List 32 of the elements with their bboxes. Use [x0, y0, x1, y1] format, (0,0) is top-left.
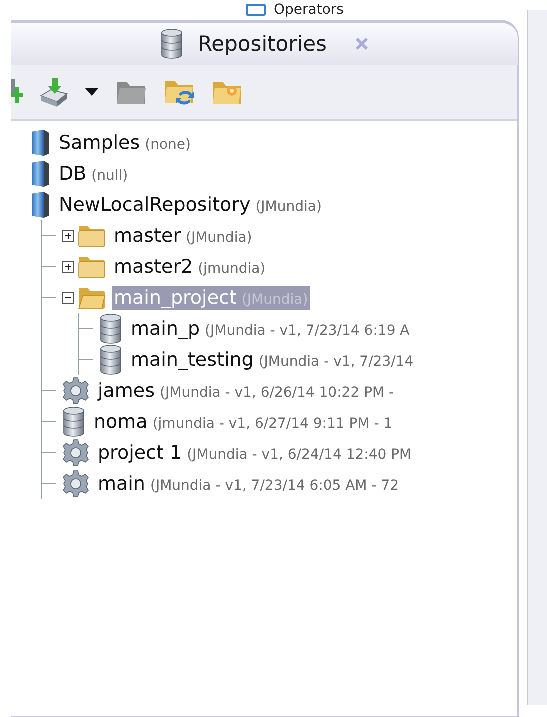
server-icon [29, 190, 51, 218]
database-icon [99, 344, 123, 374]
caret-icon[interactable] [85, 88, 99, 96]
download-icon[interactable] [39, 76, 69, 108]
gear-icon [62, 470, 90, 498]
gear-icon [62, 376, 90, 404]
collapse-toggle[interactable] [62, 292, 74, 304]
tree-item[interactable]: master (JMundia) [112, 224, 254, 248]
tree-item[interactable]: james (JMundia - v1, 6/26/14 10:22 PM - [96, 378, 396, 402]
folder-icon [78, 224, 106, 248]
tree-item[interactable]: main_testing (JMundia - v1, 7/23/14 [129, 348, 416, 372]
tree-item[interactable]: master2 (jmundia) [112, 254, 268, 278]
tree-item[interactable]: Samples (none) [57, 130, 193, 154]
repositories-tab[interactable]: Repositories [11, 20, 519, 65]
expand-toggle[interactable] [62, 260, 74, 272]
folder-icon [78, 254, 106, 278]
database-icon [99, 314, 123, 344]
tree-item[interactable]: DB (null) [57, 162, 130, 186]
tree-item[interactable]: project 1 (JMundia - v1, 6/24/14 12:40 PM [96, 440, 414, 464]
window-icon [246, 4, 266, 16]
tab[interactable]: Operators [274, 2, 344, 18]
expand-toggle[interactable] [62, 230, 74, 242]
tree-item[interactable]: noma (jmundia - v1, 6/27/14 9:11 PM - 1 [92, 410, 395, 434]
database-icon [160, 29, 184, 59]
tree-item[interactable]: main_p (JMundia - v1, 7/23/14 6:19 A [129, 316, 412, 340]
server-icon [29, 128, 51, 156]
tree-item[interactable]: NewLocalRepository (JMundia) [57, 192, 324, 216]
server-icon [29, 160, 51, 188]
open-folder-icon [78, 286, 106, 310]
gear-icon [62, 438, 90, 466]
tree-item[interactable]: main (JMundia - v1, 7/23/14 6:05 AM - 72 [96, 472, 402, 496]
database-icon [62, 406, 86, 436]
